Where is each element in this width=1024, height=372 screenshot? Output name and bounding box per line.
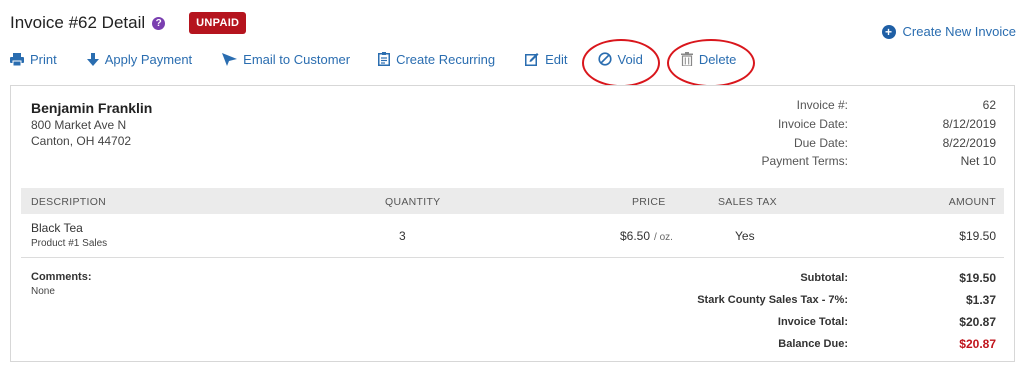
- edit-label: Edit: [545, 51, 568, 67]
- item-amount: $19.50: [959, 229, 996, 243]
- invoice-total-value: $20.87: [959, 315, 996, 329]
- trash-icon: [680, 52, 693, 66]
- page-title: Invoice #62 Detail: [10, 13, 146, 32]
- item-quantity: 3: [399, 229, 406, 243]
- printer-icon: [10, 52, 24, 66]
- invoice-number-label: Invoice #:: [796, 98, 848, 112]
- col-sales-tax: SALES TAX: [718, 196, 777, 208]
- invoice-card: Benjamin Franklin 800 Market Ave N Canto…: [10, 85, 1015, 362]
- balance-due-label: Balance Due:: [778, 338, 848, 350]
- col-amount: AMOUNT: [948, 196, 996, 208]
- apply-payment-label: Apply Payment: [104, 51, 193, 67]
- item-sales-tax: Yes: [735, 229, 755, 243]
- create-new-invoice-button[interactable]: + Create New Invoice: [881, 24, 1016, 39]
- item-name: Black Tea: [31, 221, 83, 235]
- row-divider: [21, 257, 1004, 258]
- send-icon: [222, 52, 238, 66]
- item-price: $6.50: [620, 229, 651, 243]
- subtotal-label: Subtotal:: [800, 272, 848, 284]
- title-row: Invoice #62 Detail ? UNPAID: [10, 10, 247, 36]
- create-new-invoice-label: Create New Invoice: [902, 24, 1016, 39]
- document-icon: [378, 52, 391, 66]
- col-price: PRICE: [632, 196, 666, 208]
- create-recurring-label: Create Recurring: [396, 51, 496, 67]
- help-icon[interactable]: ?: [152, 16, 166, 30]
- create-recurring-button[interactable]: Create Recurring: [378, 52, 495, 67]
- payment-terms-label: Payment Terms:: [761, 154, 848, 168]
- apply-payment-button[interactable]: Apply Payment: [86, 51, 193, 67]
- due-date-label: Due Date:: [793, 136, 848, 150]
- email-customer-button[interactable]: Email to Customer: [222, 52, 350, 67]
- delete-button[interactable]: Delete: [666, 38, 755, 87]
- print-label: Print: [30, 51, 57, 67]
- customer-address-line1: 800 Market Ave N: [31, 118, 127, 132]
- status-badge: UNPAID: [189, 12, 247, 34]
- invoice-date-label: Invoice Date:: [777, 117, 848, 131]
- balance-due-value: $20.87: [959, 337, 996, 351]
- edit-button[interactable]: Edit: [525, 51, 568, 67]
- void-button[interactable]: Void: [581, 38, 660, 87]
- comments-label: Comments:: [31, 271, 92, 283]
- invoice-number-value: 62: [982, 98, 996, 112]
- sales-tax-label: Stark County Sales Tax - 7%:: [697, 294, 848, 306]
- email-customer-label: Email to Customer: [243, 51, 351, 67]
- due-date-value: 8/22/2019: [942, 136, 996, 150]
- customer-name: Benjamin Franklin: [31, 100, 153, 116]
- item-unit: / oz.: [654, 232, 673, 243]
- print-button[interactable]: Print: [10, 52, 57, 67]
- customer-address-line2: Canton, OH 44702: [31, 134, 132, 148]
- item-subtitle: Product #1 Sales: [31, 238, 108, 249]
- arrow-down-icon: [86, 52, 99, 66]
- col-quantity: QUANTITY: [385, 196, 441, 208]
- plus-circle-icon: +: [881, 24, 896, 39]
- sales-tax-value: $1.37: [965, 293, 996, 307]
- void-label: Void: [617, 51, 643, 67]
- item-price-cell: $6.50/ oz.: [620, 229, 673, 243]
- invoice-date-value: 8/12/2019: [942, 117, 996, 131]
- delete-label: Delete: [698, 51, 737, 67]
- ban-icon: [597, 52, 612, 66]
- col-description: DESCRIPTION: [31, 196, 107, 208]
- table-header: DESCRIPTION QUANTITY PRICE SALES TAX AMO…: [21, 188, 1004, 214]
- payment-terms-value: Net 10: [960, 154, 996, 168]
- toolbar: Print Apply Payment Email to Customer Cr…: [10, 38, 755, 87]
- comments-value: None: [31, 286, 55, 297]
- invoice-total-label: Invoice Total:: [777, 316, 848, 328]
- edit-icon: [525, 53, 539, 66]
- subtotal-value: $19.50: [959, 271, 996, 285]
